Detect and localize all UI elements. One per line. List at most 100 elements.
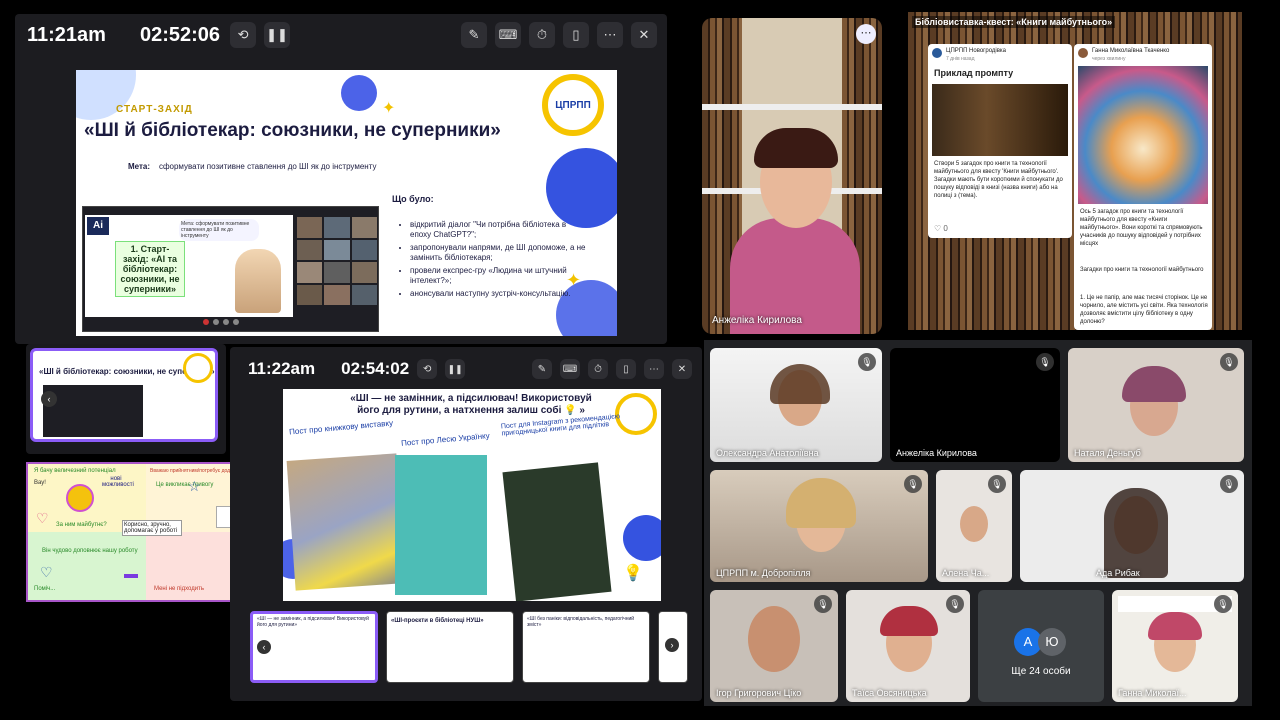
avatar: Ю [1038, 628, 1066, 656]
caption-lesya: Пост про Лесю Українку [400, 431, 491, 448]
keyboard-icon[interactable]: ⌨ [560, 359, 580, 379]
participant-hair [1104, 488, 1168, 578]
participant-name: Наталя Деньгуб [1074, 448, 1141, 458]
inner-participant-grid [297, 217, 377, 305]
board-q1b-label: нові можливості [102, 476, 134, 488]
speaker-video: ⋯ Анжеліка Кирилова [702, 18, 882, 334]
more-icon[interactable]: ⋯ [856, 24, 876, 44]
next-slide-button[interactable]: › [665, 638, 679, 652]
battery-icon[interactable]: ▯ [563, 22, 589, 48]
call-timer: 02:52:06 [139, 23, 221, 46]
like-count: 0 [943, 224, 948, 233]
post-author: ЦПРПП Новогродівка [946, 48, 1007, 54]
participant-tile[interactable]: 🎙 Таїса Овсяницька [846, 590, 970, 702]
meeting-toolbar-1: 11:21am 02:52:06 ⟲ ❚❚ ✎ ⌨ ⏱ ▯ ⋯ ✕ [15, 14, 667, 56]
result-item: анонсували наступну зустріч-консультацію… [410, 289, 588, 299]
post-text: 1. Це не папір, але має тисячі сторінок.… [1080, 295, 1208, 326]
result-item: провели експрес-гру «Людина чи штучний і… [410, 266, 588, 286]
participant-name: Олександра Анатоліївна [716, 448, 819, 458]
participant-tile[interactable]: 🎙 Анжеліка Кирилова [890, 348, 1060, 462]
slide-thumb[interactable]: «ШІ-проєкти в бібліотеці НУШ» [386, 611, 514, 683]
inner-bubble: Мета: сформувати позитивне ставлення до … [179, 219, 259, 241]
participant-hair [1148, 612, 1202, 640]
stopwatch-icon[interactable]: ⏱ [529, 22, 555, 48]
slide-strip: «ШІ — не замінник, а підсилювач! Викорис… [250, 611, 688, 683]
slide-thumbnail[interactable]: «ШІ й бібліотекар: союзники, не суперник… [30, 348, 218, 442]
participant-name: Ада Рибак [1096, 568, 1140, 578]
goal-text: сформувати позитивне ставлення до ШІ як … [158, 162, 377, 171]
board-q7-label: Мені не підходить [154, 586, 204, 592]
participant-name: ЦПРПП м. Добропілля [716, 568, 811, 578]
presentation-slide-1: ЦПРПП СТАРТ-ЗАХІД ✦ «ШІ й бібліотекар: с… [76, 70, 617, 336]
post-card[interactable]: ЦПРПП Новогродівка 7 днів назад Приклад … [928, 44, 1072, 238]
illustration-girl [235, 249, 281, 313]
pause-button[interactable]: ❚❚ [445, 359, 466, 379]
participant-name: Таїса Овсяницька [852, 688, 927, 698]
history-icon[interactable]: ⟲ [417, 359, 438, 379]
more-icon[interactable]: ⋯ [644, 359, 664, 379]
participant-hair [880, 606, 938, 636]
mic-off-icon: 🎙 [988, 475, 1006, 493]
post-heading: Приклад промпту [934, 68, 1014, 78]
participant-name: Алена Ча... [942, 568, 990, 578]
slide-title: «ШІ — не замінник, а підсилювач! Викорис… [350, 393, 592, 416]
participant-tile[interactable]: 🎙 Ганна Миколаї... [1112, 590, 1238, 702]
board-q3-label: Це викликає тривогу [156, 482, 214, 488]
participant-tile[interactable]: 🎙 Ігор Григорович Ціко [710, 590, 838, 702]
history-icon[interactable]: ⟲ [230, 22, 257, 48]
prev-slide-button[interactable]: ‹ [41, 391, 57, 407]
participant-name: Ганна Миколаї... [1118, 688, 1187, 698]
pause-button[interactable]: ❚❚ [264, 22, 291, 48]
stopwatch-icon[interactable]: ⏱ [588, 359, 608, 379]
logo: ЦПРПП [542, 74, 604, 136]
prev-slide-button[interactable]: ‹ [257, 640, 271, 654]
board-note: Корисно, зручно, допомагає у роботі [122, 520, 182, 536]
participant-tile[interactable]: 🎙 Ада Рибак [1020, 470, 1244, 582]
more-participants-tile[interactable]: А Ю Ще 24 особи [978, 590, 1104, 702]
meeting-window-2: 11:22am 02:54:02 ⟲ ❚❚ ✎ ⌨ ⏱ ▯ ⋯ ✕ «ШІ — … [230, 347, 702, 701]
thumb-caption: «ШІ — не замінник, а підсилювач! Викорис… [257, 616, 369, 628]
keyboard-icon[interactable]: ⌨ [495, 22, 521, 48]
like-icon[interactable]: ♡ 0 [934, 224, 948, 233]
pen-icon[interactable]: ✎ [532, 359, 552, 379]
participant-tile[interactable]: 🎙 Алена Ча... [936, 470, 1012, 582]
post-image [1078, 66, 1208, 204]
mic-off-icon: 🎙 [904, 475, 922, 493]
slide-thumb[interactable]: «ШІ — не замінник, а підсилювач! Викорис… [250, 611, 378, 683]
slide-thumb[interactable]: › [658, 611, 688, 683]
participant-hair [1122, 366, 1186, 402]
caption-exhibition: Пост про книжкову виставку [288, 418, 394, 437]
mic-off-icon: 🎙 [1220, 353, 1238, 371]
post-image [932, 84, 1068, 156]
board-title: Бібліовиставка-квест: «Книги майбутнього… [912, 16, 1116, 28]
inner-badge: 1. Старт-захід: «АІ та бібліотекар: союз… [115, 241, 185, 297]
post-time: 7 днів назад [946, 56, 975, 62]
avatar [1078, 48, 1088, 58]
slide-goal: Мета: сформувати позитивне ставлення до … [128, 162, 376, 171]
thumb-inner [43, 385, 143, 437]
post-instagram [502, 462, 612, 601]
speaker-hair [754, 128, 838, 168]
close-icon[interactable]: ✕ [672, 359, 692, 379]
results-list: відкритий діалог "Чи потрібна бібліотека… [398, 220, 588, 299]
slide-thumb[interactable]: «ШІ без паніки: відповідальність, педаго… [522, 611, 650, 683]
more-icon[interactable]: ⋯ [597, 22, 623, 48]
mic-off-icon: 🎙 [814, 595, 832, 613]
pen-icon[interactable]: ✎ [461, 22, 487, 48]
result-item: відкритий діалог "Чи потрібна бібліотека… [410, 220, 588, 240]
battery-icon[interactable]: ▯ [616, 359, 636, 379]
post-exhibition [286, 453, 406, 591]
participant-face [748, 606, 800, 672]
mic-off-icon: 🎙 [1220, 475, 1238, 493]
tag-marker [124, 574, 138, 578]
post-time: через хвилину [1092, 56, 1126, 62]
board-q4-label: За ним майбутнє? [56, 522, 107, 528]
participant-tile[interactable]: 🎙 Олександра Анатоліївна [710, 348, 882, 462]
lightbulb-icon: 💡 [623, 565, 643, 582]
participant-tile[interactable]: 🎙 ЦПРПП м. Добропілля [710, 470, 928, 582]
post-card[interactable]: Ганна Миколаївна Ткаченко через хвилину … [1074, 44, 1212, 330]
participant-tile[interactable]: 🎙 Наталя Деньгуб [1068, 348, 1244, 462]
thumb-caption: «ШІ-проєкти в бібліотеці НУШ» [391, 618, 484, 624]
heart-icon: ♡ [36, 510, 49, 526]
close-icon[interactable]: ✕ [631, 22, 657, 48]
